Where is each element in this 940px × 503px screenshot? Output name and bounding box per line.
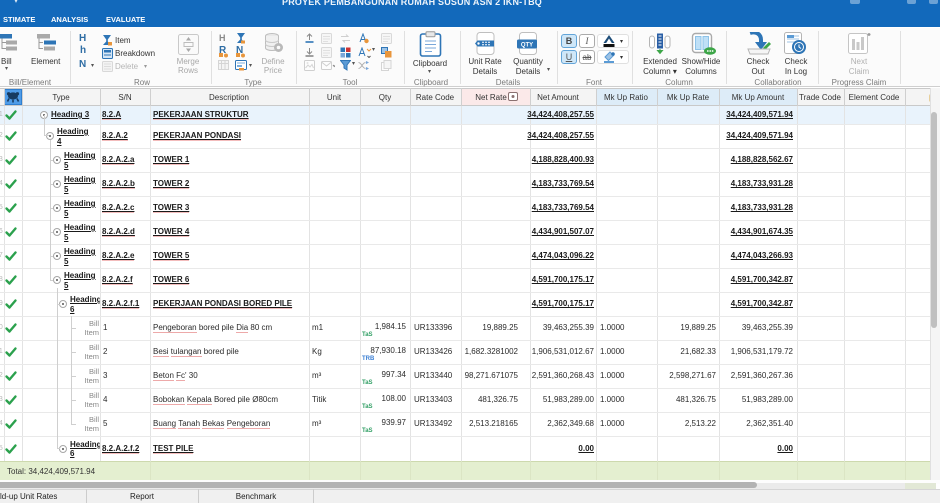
svg-text:QTY: QTY: [521, 43, 533, 49]
